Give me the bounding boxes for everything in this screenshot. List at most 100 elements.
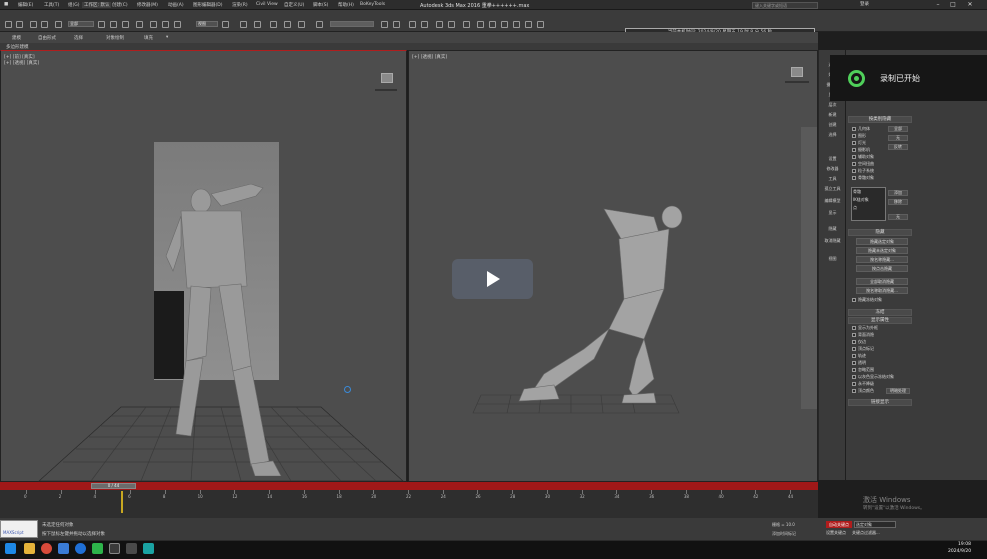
viewport-front[interactable]: [+] [前] [真实] [+] [透视] [真实] <box>0 50 407 482</box>
link-icon[interactable] <box>30 21 37 28</box>
wechat-icon[interactable] <box>92 543 103 554</box>
sidebar-item[interactable]: 创建 <box>821 122 844 128</box>
select-by-name-icon[interactable] <box>110 21 117 28</box>
3dsmax-icon[interactable] <box>143 543 154 554</box>
hide-by-category-rollout[interactable]: 按类别隐藏 <box>848 116 912 123</box>
keyframe-marker[interactable] <box>121 491 123 513</box>
checkbox-display-as-box[interactable]: 显示为外框 <box>852 325 878 331</box>
checkbox-particle-systems[interactable]: 粒子系统 <box>852 168 874 174</box>
rotate-icon[interactable] <box>162 21 169 28</box>
help-search-input[interactable]: 键入关键字或短语 <box>752 1 818 9</box>
undo-icon[interactable] <box>5 21 12 28</box>
checkbox-backface-cull[interactable]: 背面消隐 <box>852 332 874 338</box>
time-slider-thumb[interactable]: 0 / 44 <box>91 483 136 489</box>
checkbox-bone-objects[interactable]: 骨骼对象 <box>852 175 874 181</box>
keyboard-shortcut-icon[interactable] <box>254 21 261 28</box>
character-model-right[interactable] <box>504 199 694 405</box>
add-time-tag-button[interactable]: 添加时间标记 <box>772 531 796 537</box>
selection-filter-dropdown[interactable]: 全部 <box>68 21 94 27</box>
checkbox-never-degrade[interactable]: 永不降级 <box>852 381 874 387</box>
all-button[interactable]: 全部 <box>888 126 908 132</box>
redo-icon[interactable] <box>16 21 23 28</box>
menu-edit[interactable]: 编辑(E) <box>18 2 33 8</box>
list-item[interactable]: 点 <box>852 204 885 212</box>
select-manipulate-icon[interactable] <box>240 21 247 28</box>
sign-in-button[interactable]: 登录 <box>860 1 869 7</box>
sidebar-item[interactable]: 工具 <box>821 176 844 182</box>
sidebar-item[interactable]: 视图 <box>821 256 844 262</box>
checkbox-show-frozen-gray[interactable]: 以灰色显示冻结对象 <box>852 374 894 380</box>
menu-bokeytools[interactable]: BoKeyTools <box>360 2 385 7</box>
viewcube-right[interactable] <box>791 67 803 77</box>
minimize-icon[interactable]: – <box>931 0 945 10</box>
category-list[interactable]: 骨骼 IK链对象 点 <box>851 187 886 221</box>
ribbon-tab-object-paint[interactable]: 对象绘制 <box>106 35 124 41</box>
checkbox-hide-frozen[interactable]: 隐藏冻结对象 <box>852 297 882 303</box>
clock-date[interactable]: 2024/9/20 <box>948 549 971 554</box>
close-icon[interactable]: ✕ <box>963 0 977 10</box>
add-button[interactable]: 添加 <box>888 190 908 196</box>
render-production-icon[interactable] <box>501 21 508 28</box>
checkbox-helpers[interactable]: 辅助对象 <box>852 154 874 160</box>
hide-rollout[interactable]: 隐藏 <box>848 229 912 236</box>
ribbon-tab-freeform[interactable]: 自由形式 <box>38 35 56 41</box>
search-icon[interactable] <box>109 543 120 554</box>
set-key-button[interactable]: 设置关键点 <box>826 530 846 536</box>
edit-named-selection-icon[interactable] <box>316 21 323 28</box>
select-object-icon[interactable] <box>98 21 105 28</box>
sidebar-item[interactable]: 隐藏 <box>821 226 844 232</box>
hide-selected-button[interactable]: 隐藏选定对象 <box>856 238 908 245</box>
menu-customize[interactable]: 自定义(U) <box>284 2 304 8</box>
sidebar-item[interactable]: 层次 <box>821 102 844 108</box>
character-model-left[interactable] <box>151 176 291 476</box>
workspace-dropdown[interactable]: 工作区: 默认 <box>82 2 112 8</box>
viewport-label-secondary[interactable]: [+] [透视] [真实] <box>4 60 39 66</box>
freeze-rollout[interactable]: 冻结 <box>848 309 912 316</box>
material-editor-icon[interactable] <box>463 21 470 28</box>
unhide-by-name-button[interactable]: 按名称取消隐藏... <box>856 287 908 294</box>
file-explorer-icon[interactable] <box>24 543 35 554</box>
toggle-ribbon-icon[interactable] <box>421 21 428 28</box>
checkbox-geometry[interactable]: 几何体 <box>852 126 870 132</box>
menu-graph-editors[interactable]: 图形编辑器(D) <box>193 2 222 8</box>
none-list-button[interactable]: 无 <box>888 214 908 220</box>
schematic-view-icon[interactable] <box>448 21 455 28</box>
display-properties-rollout[interactable]: 显示属性 <box>848 317 912 324</box>
link-display-rollout[interactable]: 链接显示 <box>848 399 912 406</box>
menu-group[interactable]: 组(G) <box>68 2 80 8</box>
list-item[interactable]: 骨骼 <box>852 188 885 196</box>
menu-tools[interactable]: 工具(T) <box>44 2 59 8</box>
viewport-label-right[interactable]: [+] [透视] [真实] <box>412 54 447 60</box>
menu-scripting[interactable]: 脚本(S) <box>313 2 328 8</box>
play-video-button[interactable] <box>452 259 533 299</box>
named-selection-set-dropdown[interactable] <box>330 21 374 27</box>
reference-coordinate-dropdown[interactable]: 视图 <box>196 21 218 27</box>
checkbox-trajectory[interactable]: 轨迹 <box>852 353 866 359</box>
ribbon-options-icon[interactable]: ▾ <box>166 35 168 40</box>
checkbox-shapes[interactable]: 图形 <box>852 133 866 139</box>
extra-tool-icon[interactable] <box>537 21 544 28</box>
sidebar-item[interactable]: 取消隐藏 <box>821 238 844 244</box>
sidebar-item[interactable]: 编辑模型 <box>821 198 844 204</box>
auto-key-button[interactable]: 自动关键点 <box>826 521 852 528</box>
app-icon[interactable] <box>58 543 69 554</box>
sidebar-item[interactable]: 孤立工具 <box>821 186 844 192</box>
sidebar-item[interactable]: 设置 <box>821 156 844 162</box>
none-button[interactable]: 无 <box>888 135 908 141</box>
rendered-frame-window-icon[interactable] <box>489 21 496 28</box>
app-logo-icon[interactable]: ■ <box>4 2 8 7</box>
unlink-icon[interactable] <box>41 21 48 28</box>
angle-snap-icon[interactable] <box>284 21 291 28</box>
checkbox-vertex-ticks[interactable]: 顶点标记 <box>852 346 874 352</box>
menu-animation[interactable]: 动画(A) <box>168 2 184 8</box>
a360-gallery-icon[interactable] <box>525 21 532 28</box>
sidebar-item[interactable]: 显示 <box>821 210 844 216</box>
hide-unselected-button[interactable]: 隐藏未选定对象 <box>856 247 908 254</box>
hide-by-hit-button[interactable]: 按点击隐藏 <box>856 265 908 272</box>
window-crossing-icon[interactable] <box>136 21 143 28</box>
viewcube[interactable] <box>381 73 393 83</box>
menu-modifiers[interactable]: 修改器(M) <box>137 2 158 8</box>
sidebar-item[interactable]: 修改器 <box>821 166 844 172</box>
menu-rendering[interactable]: 渲染(R) <box>232 2 248 8</box>
pivot-center-icon[interactable] <box>222 21 229 28</box>
